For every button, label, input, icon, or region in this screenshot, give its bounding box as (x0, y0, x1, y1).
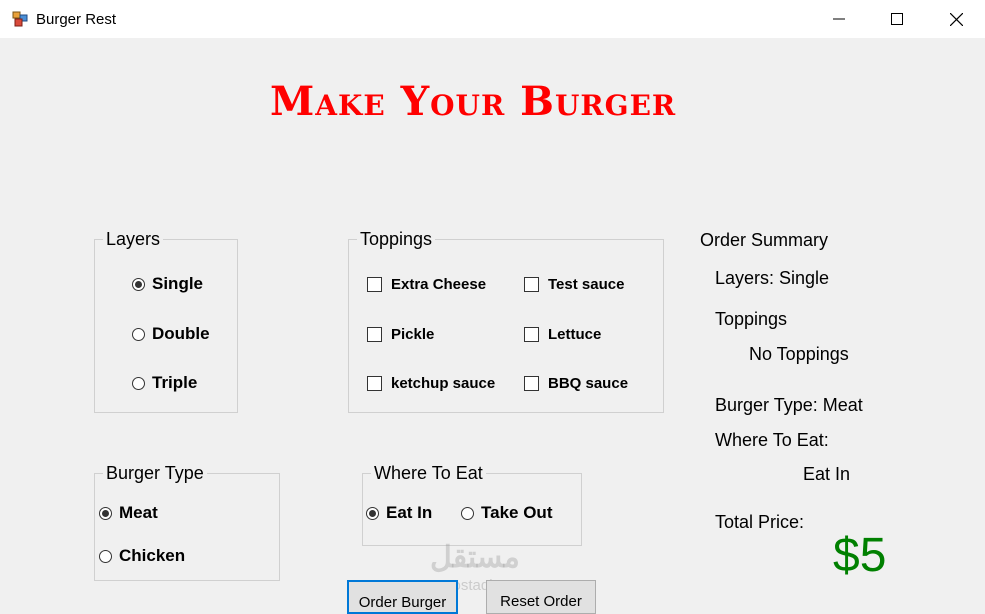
topping-test-sauce[interactable]: Test sauce (524, 276, 624, 293)
checkbox-icon[interactable] (524, 277, 539, 292)
option-label: Chicken (119, 546, 186, 565)
option-label: Double (152, 324, 210, 343)
total-price: $5 (833, 529, 887, 582)
burger-type-chicken[interactable]: Chicken (99, 546, 185, 566)
window-titlebar: Burger Rest (0, 0, 985, 38)
topping-ketchup-sauce[interactable]: ketchup sauce (367, 375, 495, 392)
summary-where-label: Where To Eat: (715, 430, 829, 450)
layer-option-single[interactable]: Single (132, 274, 203, 294)
toppings-legend: Toppings (357, 229, 436, 249)
option-label: Lettuce (548, 326, 602, 343)
checkbox-icon[interactable] (367, 376, 382, 391)
layers-legend: Layers (103, 229, 164, 249)
summary-toppings-value: No Toppings (749, 344, 849, 364)
radio-unchecked-icon[interactable] (461, 506, 474, 520)
page-title: Make Your Burger (270, 78, 677, 125)
summary-where-value: Eat In (803, 464, 851, 484)
where-option-take-out[interactable]: Take Out (461, 503, 552, 523)
layer-option-triple[interactable]: Triple (132, 373, 197, 393)
option-label: ketchup sauce (391, 375, 496, 392)
summary-layers: Layers: Single (715, 268, 830, 288)
option-label: Eat In (386, 503, 433, 522)
topping-lettuce[interactable]: Lettuce (524, 326, 601, 343)
burger-type-legend: Burger Type (103, 463, 207, 483)
option-label: Take Out (481, 503, 553, 522)
summary-burger-type: Burger Type: Meat (715, 395, 863, 415)
checkbox-icon[interactable] (367, 327, 382, 342)
option-label: Triple (152, 373, 198, 392)
maximize-button[interactable] (868, 0, 926, 38)
option-label: BBQ sauce (548, 375, 629, 392)
watermark-text: مستقل (430, 541, 520, 574)
option-label: Single (152, 274, 204, 293)
checkbox-icon[interactable] (524, 327, 539, 342)
app-window-icon[interactable] (12, 11, 28, 27)
option-label: Extra Cheese (391, 276, 487, 293)
option-label: Pickle (391, 326, 435, 343)
reset-order-button[interactable]: Reset Order (486, 580, 596, 614)
summary-total-label: Total Price: (715, 512, 805, 532)
maximize-icon (891, 13, 903, 25)
checkbox-icon[interactable] (367, 277, 382, 292)
close-button[interactable] (927, 0, 985, 38)
order-burger-button[interactable]: Order Burger (347, 580, 458, 614)
option-label: Meat (119, 503, 158, 522)
summary-toppings-label: Toppings (715, 309, 788, 329)
minimize-icon (833, 18, 845, 20)
window-title: Burger Rest (36, 11, 117, 28)
close-icon (949, 12, 963, 26)
radio-unchecked-icon[interactable] (99, 549, 112, 563)
where-option-eat-in[interactable]: Eat In (366, 503, 432, 523)
radio-unchecked-icon[interactable] (132, 376, 145, 390)
layer-option-double[interactable]: Double (132, 324, 210, 344)
radio-unchecked-icon[interactable] (132, 327, 145, 341)
checkbox-icon[interactable] (524, 376, 539, 391)
radio-checked-icon[interactable] (366, 506, 379, 520)
topping-bbq-sauce[interactable]: BBQ sauce (524, 375, 628, 392)
where-to-eat-legend: Where To Eat (371, 463, 486, 483)
burger-type-meat[interactable]: Meat (99, 503, 158, 523)
minimize-button[interactable] (810, 0, 868, 38)
summary-heading: Order Summary (700, 230, 829, 250)
radio-checked-icon[interactable] (99, 506, 112, 520)
topping-extra-cheese[interactable]: Extra Cheese (367, 276, 486, 293)
radio-checked-icon[interactable] (132, 277, 145, 291)
option-label: Test sauce (548, 276, 625, 293)
topping-pickle[interactable]: Pickle (367, 326, 434, 343)
